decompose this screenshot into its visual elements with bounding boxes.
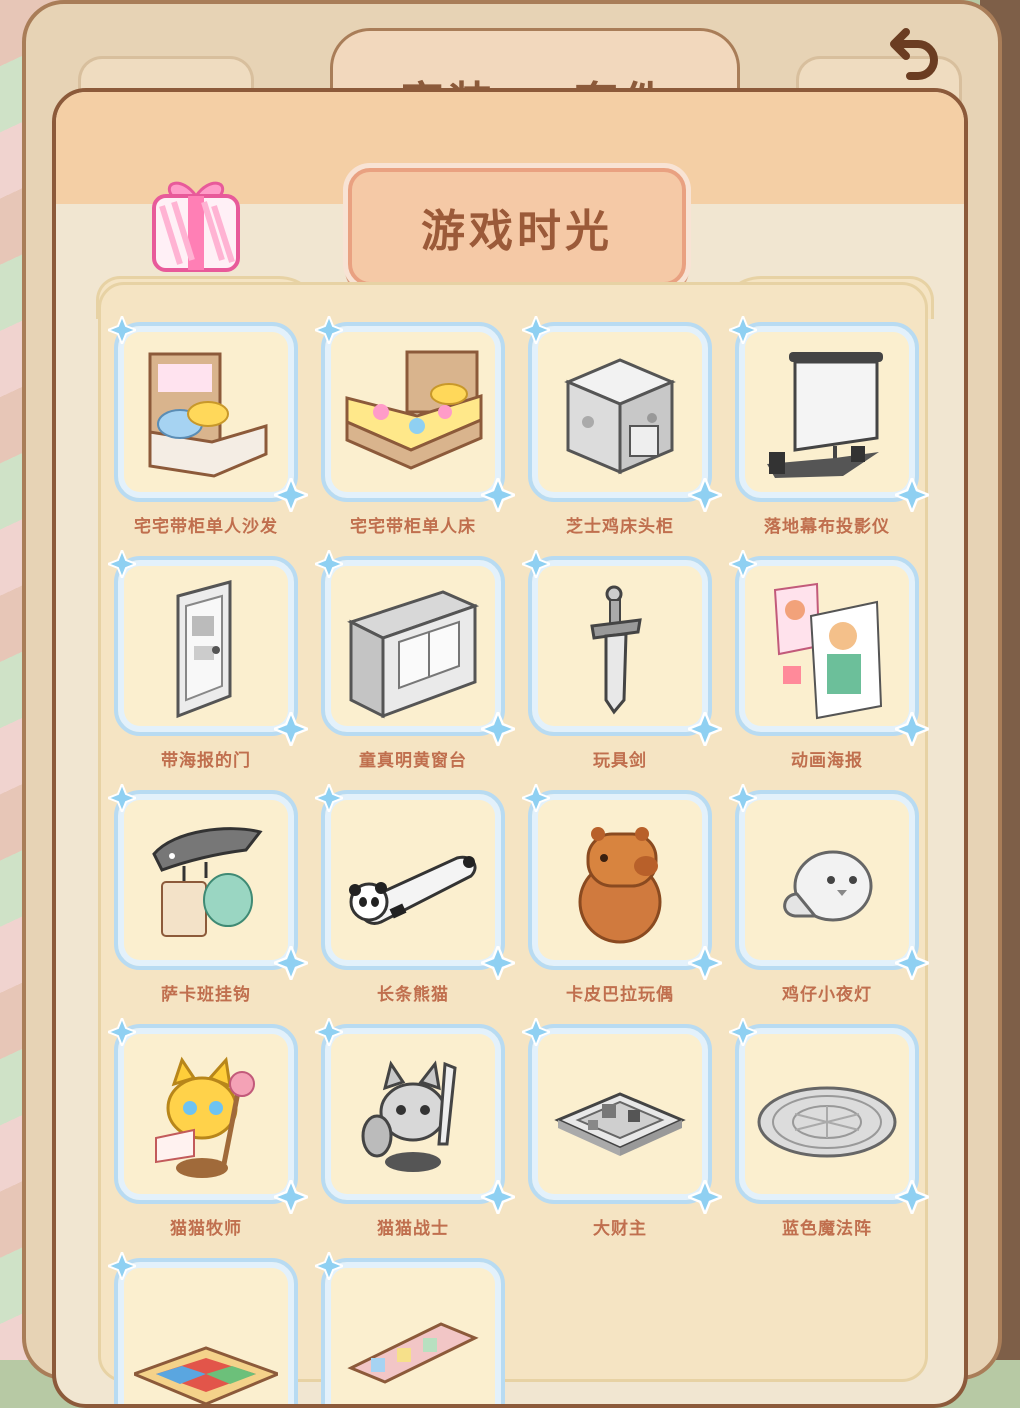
sparkle-icon <box>729 1018 757 1046</box>
long-panda-icon <box>349 855 477 925</box>
board-game-icon <box>554 1092 686 1156</box>
item-card[interactable]: 动画海报 <box>729 550 929 771</box>
colorful-table-icon <box>134 1346 278 1404</box>
sparkle-icon <box>108 1252 136 1280</box>
sparkle-icon <box>108 316 136 344</box>
item-card[interactable]: 童真明黄窗台 <box>315 550 515 771</box>
sparkle-icon <box>315 1018 343 1046</box>
item-card[interactable]: 萨卡班挂钩 <box>108 784 308 1005</box>
sofa-bed-icon <box>148 352 268 478</box>
sparkle-icon <box>481 478 515 512</box>
item-card[interactable] <box>315 1252 505 1404</box>
sparkle-icon <box>522 1018 550 1046</box>
item-label: 宅宅带柜单人沙发 <box>134 517 278 537</box>
item-label: 宅宅带柜单人床 <box>350 517 476 537</box>
gift-icon[interactable] <box>148 176 244 276</box>
item-label: 玩具剑 <box>593 751 647 771</box>
cheese-nightstand-icon <box>564 358 676 475</box>
sparkle-icon <box>108 784 136 812</box>
item-card[interactable]: 蓝色魔法阵 <box>729 1018 929 1239</box>
sparkle-icon <box>688 1180 722 1214</box>
item-card[interactable]: 宅宅带柜单人沙发 <box>108 316 308 537</box>
item-card[interactable]: 猫猫战士 <box>315 1018 515 1239</box>
anime-poster-icon <box>773 582 883 720</box>
window-seat-icon <box>347 590 480 719</box>
item-card[interactable]: 长条熊猫 <box>315 784 515 1005</box>
chick-nightlight-icon <box>783 850 873 922</box>
sparkle-icon <box>729 784 757 812</box>
sparkle-icon <box>895 478 929 512</box>
item-card[interactable]: 芝士鸡床头柜 <box>522 316 722 537</box>
item-label: 卡皮巴拉玩偶 <box>566 985 674 1005</box>
sparkle-icon <box>108 550 136 578</box>
sparkle-icon <box>895 712 929 746</box>
sparkle-icon <box>481 1180 515 1214</box>
sparkle-icon <box>274 712 308 746</box>
sparkle-icon <box>688 712 722 746</box>
sparkle-icon <box>315 550 343 578</box>
sparkle-icon <box>895 946 929 980</box>
item-label: 猫猫牧师 <box>170 1219 242 1239</box>
item-card[interactable]: 卡皮巴拉玩偶 <box>522 784 722 1005</box>
back-arrow-icon[interactable] <box>888 20 944 86</box>
item-card[interactable]: 大财主 <box>522 1018 722 1239</box>
item-label: 蓝色魔法阵 <box>782 1219 872 1239</box>
sparkle-icon <box>274 1180 308 1214</box>
item-label: 带海报的门 <box>161 751 251 771</box>
sparkle-icon <box>315 1252 343 1280</box>
item-label: 动画海报 <box>791 751 863 771</box>
toy-sword-icon <box>590 585 642 715</box>
sparkle-icon <box>108 1018 136 1046</box>
sparkle-icon <box>729 316 757 344</box>
item-label: 长条熊猫 <box>377 985 449 1005</box>
sparkle-icon <box>481 712 515 746</box>
set-detail-modal: 游戏时光 宅宅带柜单人沙发 宅宅带柜单人床 芝士鸡床头柜 落地幕布投影仪 带海报… <box>52 88 968 1408</box>
capybara-plush-icon <box>578 827 662 944</box>
sparkle-icon <box>522 316 550 344</box>
item-label: 萨卡班挂钩 <box>161 985 251 1005</box>
sparkle-icon <box>522 784 550 812</box>
sparkle-icon <box>274 946 308 980</box>
cat-priest-icon <box>155 1056 255 1178</box>
magic-circle-rug-icon <box>757 1086 897 1158</box>
item-label: 鸡仔小夜灯 <box>782 985 872 1005</box>
item-card[interactable]: 玩具剑 <box>522 550 722 771</box>
item-card[interactable] <box>108 1252 298 1404</box>
sparkle-icon <box>315 784 343 812</box>
sparkle-icon <box>729 550 757 578</box>
single-bed-icon <box>345 350 483 470</box>
sparkle-icon <box>315 316 343 344</box>
tile-wall-icon <box>347 1322 479 1384</box>
sparkle-icon <box>522 550 550 578</box>
set-title-banner: 游戏时光 <box>348 168 686 286</box>
sparkle-icon <box>688 946 722 980</box>
sparkle-icon <box>481 946 515 980</box>
shark-hook-icon <box>152 827 263 937</box>
item-label: 芝士鸡床头柜 <box>566 517 674 537</box>
set-title: 游戏时光 <box>421 206 613 257</box>
item-card[interactable]: 宅宅带柜单人床 <box>315 316 515 537</box>
item-label: 童真明黄窗台 <box>359 751 467 771</box>
item-label: 猫猫战士 <box>377 1219 449 1239</box>
sparkle-icon <box>688 478 722 512</box>
item-card[interactable]: 落地幕布投影仪 <box>729 316 929 537</box>
projector-screen-icon <box>767 352 883 478</box>
sparkle-icon <box>274 478 308 512</box>
item-card[interactable]: 猫猫牧师 <box>108 1018 308 1239</box>
item-label: 大财主 <box>593 1219 647 1239</box>
item-label: 落地幕布投影仪 <box>764 517 890 537</box>
cat-warrior-icon <box>361 1060 457 1172</box>
poster-door-icon <box>176 580 232 719</box>
item-card[interactable]: 带海报的门 <box>108 550 308 771</box>
sparkle-icon <box>895 1180 929 1214</box>
item-card[interactable]: 鸡仔小夜灯 <box>729 784 929 1005</box>
